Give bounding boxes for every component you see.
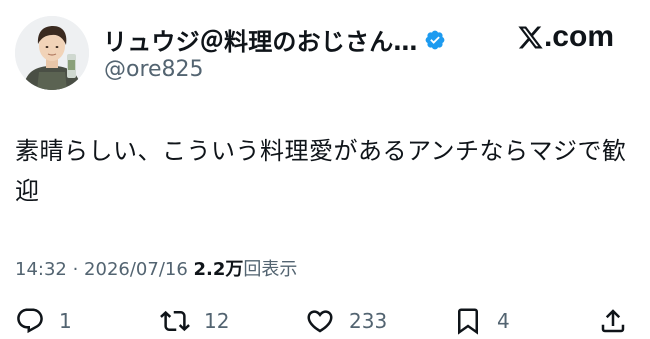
tweet-text: 素晴らしい、こういう料理愛があるアンチならマジで歓迎 — [15, 137, 627, 205]
like-icon — [307, 310, 333, 333]
bookmark-icon — [458, 308, 478, 335]
tweet-meta: 14:32 · 2026/07/16 2.2万回表示 — [15, 255, 297, 281]
brand-label: .com — [543, 20, 614, 53]
retweet-count: 12 — [204, 309, 230, 333]
retweet-button[interactable]: 12 — [160, 306, 229, 336]
share-icon — [601, 309, 625, 333]
reply-count: 1 — [59, 309, 72, 333]
avatar[interactable] — [15, 16, 89, 90]
tweet-date[interactable]: 2026/07/16 — [84, 259, 188, 280]
like-button[interactable]: 233 — [305, 306, 387, 336]
share-button[interactable] — [598, 306, 628, 336]
tweet-time[interactable]: 14:32 — [15, 259, 67, 280]
reply-icon — [17, 308, 43, 334]
bookmark-button[interactable]: 4 — [453, 306, 510, 336]
brand-watermark: .com — [517, 20, 614, 54]
like-count: 233 — [349, 309, 388, 333]
retweet-icon — [160, 310, 190, 332]
user-handle[interactable]: @ore825 — [104, 57, 204, 82]
reply-button[interactable]: 1 — [15, 306, 72, 336]
x-logo-icon — [518, 26, 543, 48]
views-count[interactable]: 2.2万 — [194, 259, 244, 280]
action-bar: 1 12 233 4 — [0, 306, 650, 339]
display-name[interactable]: リュウジ＠料理のおじさん… — [103, 22, 418, 57]
verified-badge-icon — [424, 29, 446, 51]
views-label: 回表示 — [243, 259, 298, 280]
author-name-row[interactable]: リュウジ＠料理のおじさん… — [103, 22, 446, 57]
bookmark-count: 4 — [497, 309, 510, 333]
meta-separator: · — [66, 259, 85, 280]
